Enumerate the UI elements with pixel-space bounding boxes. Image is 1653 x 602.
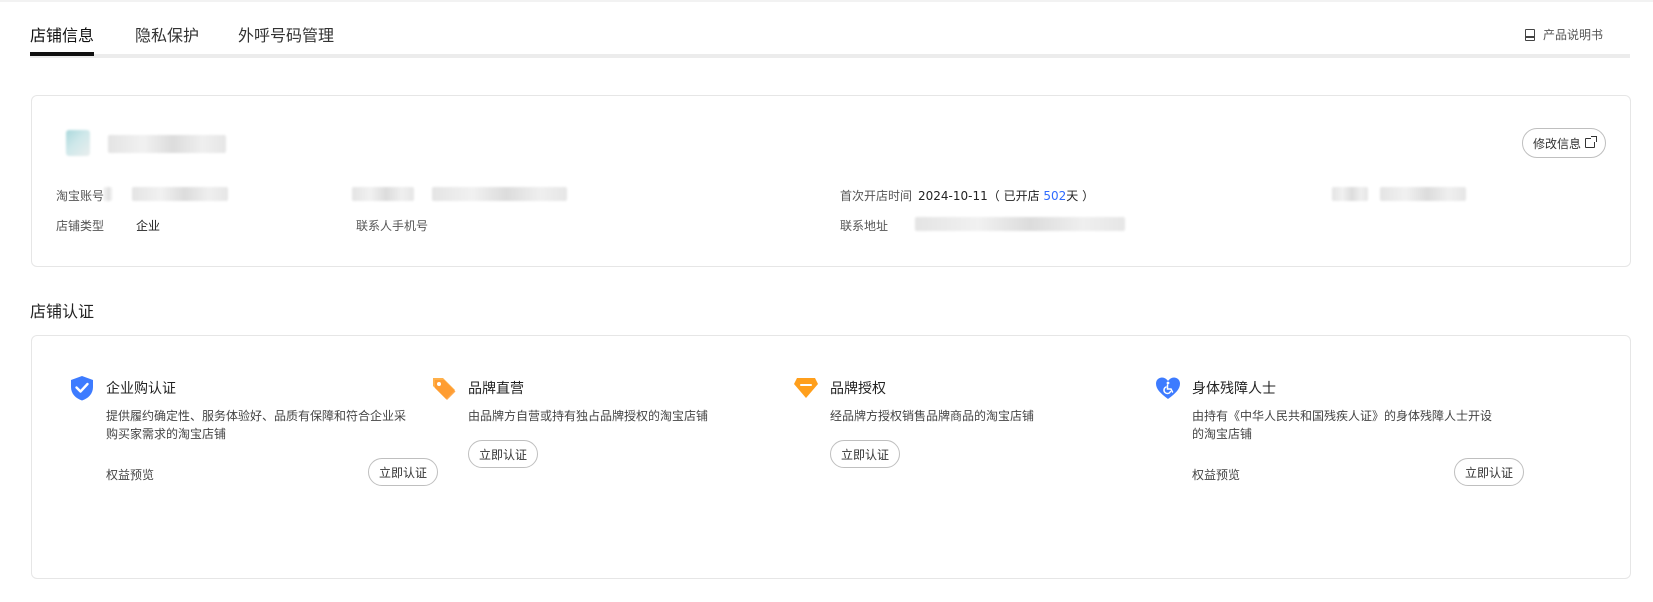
store-certification-title: 店铺认证 [30,302,95,321]
certify-now-button[interactable]: 立即认证 [368,458,439,486]
tab-outbound-number-management[interactable]: 外呼号码管理 [238,22,334,46]
store-avatar [66,130,90,156]
product-manual-link[interactable]: 产品说明书 [1525,26,1603,43]
shield-check-icon [71,376,93,401]
open-days-count: 502 [1043,189,1067,203]
tab-bar: 店铺信息 隐私保护 外呼号码管理 [30,20,1630,58]
first-open-date: 2024-10-11 [918,189,988,203]
redacted-field-value-2 [1380,187,1466,201]
cert-description: 提供履约确定性、服务体验好、品质有保障和符合企业采购买家需求的淘宝店铺 [106,409,407,441]
first-open-time-label: 首次开店时间 [840,189,913,203]
tab-privacy-protection[interactable]: 隐私保护 [135,22,199,46]
taobao-account-label: 淘宝账号 [56,189,105,203]
cert-title: 品牌直营 [468,381,524,397]
taobao-account-prefix-redacted [104,187,112,201]
certify-now-button[interactable]: 立即认证 [468,440,539,468]
contact-address-redacted [915,217,1125,231]
first-open-time-value: 2024-10-11（ 已开店 502天 ） [918,187,1094,204]
cert-description: 由持有《中华人民共和国残疾人证》的身体残障人士开设的淘宝店铺 [1192,409,1493,441]
cert-title: 身体残障人士 [1192,381,1276,397]
tab-track [30,54,1630,58]
shop-type-label: 店铺类型 [56,219,105,233]
store-name-redacted [108,135,226,153]
redacted-field-label [352,187,414,201]
book-icon [1525,28,1535,41]
cert-description: 经品牌方授权销售品牌商品的淘宝店铺 [830,409,1035,423]
certify-now-button[interactable]: 立即认证 [830,440,901,468]
redacted-field-value [432,187,567,201]
edit-info-label: 修改信息 [1532,136,1581,151]
product-manual-label: 产品说明书 [1543,28,1604,42]
cert-title: 品牌授权 [830,381,886,397]
redacted-field-label-2 [1332,187,1368,201]
store-info-card: 修改信息 淘宝账号 首次开店时间 2024-10-11（ 已开店 502天 ） … [31,95,1631,267]
top-divider [0,0,1653,2]
edit-info-button[interactable]: 修改信息 [1521,128,1606,158]
certify-now-button[interactable]: 立即认证 [1454,458,1525,486]
diamond-icon [794,378,818,398]
benefit-preview-link[interactable]: 权益预览 [1192,466,1240,483]
cert-description: 由品牌方自营或持有独占品牌授权的淘宝店铺 [468,409,709,423]
benefit-preview-link[interactable]: 权益预览 [106,466,154,483]
taobao-account-value-redacted [132,187,228,201]
cert-title: 企业购认证 [106,381,176,397]
contact-address-label: 联系地址 [840,219,889,233]
price-tag-icon [433,378,456,400]
shop-type-value: 企业 [136,219,161,233]
store-certification-card: 企业购认证 提供履约确定性、服务体验好、品质有保障和符合企业采购买家需求的淘宝店… [31,335,1631,579]
open-days-prefix: （ 已开店 [987,189,1044,203]
tab-store-info[interactable]: 店铺信息 [30,22,95,56]
heart-accessibility-icon [1156,377,1180,399]
external-link-icon [1585,136,1597,148]
contact-phone-label: 联系人手机号 [356,219,429,233]
open-days-suffix: 天 ） [1066,189,1095,203]
